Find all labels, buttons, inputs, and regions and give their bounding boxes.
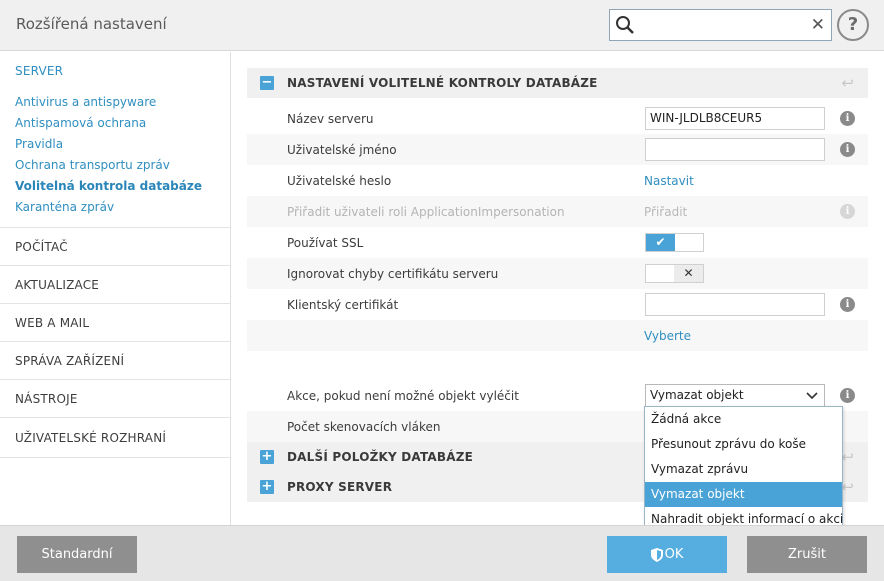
- row-use-ssl: Používat SSL ✔: [247, 227, 868, 258]
- dropdown-option[interactable]: Přesunout zprávu do koše: [645, 432, 842, 457]
- shield-icon: [650, 547, 663, 562]
- section-title: NASTAVENÍ VOLITELNÉ KONTROLY DATABÁZE: [287, 76, 598, 90]
- row-user-name: Uživatelské jméno i: [247, 134, 868, 165]
- row-ignore-cert: Ignorovat chyby certifikátu serveru ✕: [247, 258, 868, 289]
- sidebar-section-server: SERVER Antivirus a antispyware Antispamo…: [0, 52, 230, 228]
- sidebar: SERVER Antivirus a antispyware Antispamo…: [0, 52, 231, 525]
- impersonation-label: Přiřadit uživateli roli ApplicationImper…: [287, 205, 565, 219]
- sidebar-heading-update[interactable]: AKTUALIZACE: [15, 278, 99, 292]
- action-dropdown-list: Žádná akce Přesunout zprávu do koše Vyma…: [644, 406, 843, 532]
- user-name-label: Uživatelské jméno: [287, 143, 397, 157]
- assign-role-link[interactable]: Přiřadit: [644, 205, 687, 219]
- expand-icon[interactable]: +: [260, 450, 274, 464]
- section-title: PROXY SERVER: [287, 480, 393, 494]
- user-name-field[interactable]: [645, 138, 825, 161]
- row-spacer: [247, 351, 868, 382]
- sidebar-section-device-control[interactable]: SPRÁVA ZAŘÍZENÍ: [0, 342, 230, 380]
- revert-icon[interactable]: ↩: [841, 478, 854, 496]
- sidebar-item-quarantine[interactable]: Karanténa zpráv: [15, 200, 114, 214]
- action-select[interactable]: Vymazat objekt: [645, 384, 825, 407]
- revert-icon[interactable]: ↩: [841, 448, 854, 466]
- ignore-cert-label: Ignorovat chyby certifikátu serveru: [287, 267, 499, 281]
- row-user-password: Uživatelské heslo Nastavit: [247, 165, 868, 196]
- dropdown-option[interactable]: Vymazat zprávu: [645, 457, 842, 482]
- client-cert-label: Klientský certifikát: [287, 298, 399, 312]
- threads-label: Počet skenovacích vláken: [287, 420, 441, 434]
- use-ssl-label: Používat SSL: [287, 236, 364, 250]
- title-bar: Rozšířená nastavení ✕ ?: [0, 0, 884, 51]
- ok-button[interactable]: OK: [607, 536, 727, 573]
- sidebar-heading-device-control[interactable]: SPRÁVA ZAŘÍZENÍ: [15, 354, 124, 368]
- action-label: Akce, pokud není možné objekt vyléčit: [287, 389, 519, 403]
- dropdown-option-selected[interactable]: Vymazat objekt: [645, 482, 842, 507]
- search-input[interactable]: ✕: [609, 9, 832, 41]
- sidebar-heading-web-mail[interactable]: WEB A MAIL: [15, 316, 89, 330]
- sidebar-section-update[interactable]: AKTUALIZACE: [0, 266, 230, 304]
- footer: Standardní OK Zrušit: [0, 525, 884, 581]
- client-cert-field[interactable]: [645, 293, 825, 316]
- search-icon: [616, 16, 634, 34]
- sidebar-heading-tools[interactable]: NÁSTROJE: [15, 392, 78, 406]
- sidebar-heading-server[interactable]: SERVER: [15, 64, 63, 78]
- help-button[interactable]: ?: [837, 9, 869, 41]
- sidebar-section-web-mail[interactable]: WEB A MAIL: [0, 304, 230, 342]
- cross-icon: ✕: [674, 265, 703, 282]
- action-select-value: Vymazat objekt: [650, 388, 744, 402]
- section-title: DALŠÍ POLOŽKY DATABÁZE: [287, 450, 474, 464]
- row-server-name: Název serveru WIN-JLDLB8CEUR5 i: [247, 103, 868, 134]
- sidebar-heading-ui[interactable]: UŽIVATELSKÉ ROZHRANÍ: [15, 431, 166, 445]
- info-icon[interactable]: i: [840, 388, 855, 403]
- row-client-cert-select: Vyberte: [247, 320, 868, 351]
- checkmark-icon: ✔: [646, 234, 675, 251]
- sidebar-item-database-scan[interactable]: Volitelná kontrola databáze: [15, 179, 202, 193]
- ok-label: OK: [664, 547, 684, 562]
- sidebar-item-antispam[interactable]: Antispamová ochrana: [15, 116, 146, 130]
- sidebar-heading-computer[interactable]: POČÍTAČ: [15, 240, 68, 254]
- info-icon[interactable]: i: [840, 142, 855, 157]
- sidebar-item-transport-protection[interactable]: Ochrana transportu zpráv: [15, 158, 170, 172]
- set-password-link[interactable]: Nastavit: [644, 174, 694, 188]
- sidebar-section-ui[interactable]: UŽIVATELSKÉ ROZHRANÍ: [0, 418, 230, 458]
- clear-search-icon[interactable]: ✕: [811, 14, 825, 36]
- use-ssl-toggle[interactable]: ✔: [645, 233, 704, 252]
- sidebar-section-computer[interactable]: POČÍTAČ: [0, 228, 230, 266]
- cancel-button[interactable]: Zrušit: [747, 536, 867, 573]
- dropdown-option[interactable]: Žádná akce: [645, 407, 842, 432]
- revert-icon[interactable]: ↩: [841, 74, 854, 92]
- info-icon[interactable]: i: [840, 111, 855, 126]
- default-button[interactable]: Standardní: [17, 536, 137, 573]
- window-title: Rozšířená nastavení: [16, 15, 167, 33]
- server-name-label: Název serveru: [287, 112, 374, 126]
- row-client-cert: Klientský certifikát i: [247, 289, 868, 320]
- collapse-icon[interactable]: −: [260, 76, 274, 90]
- section-header-database-scan[interactable]: − NASTAVENÍ VOLITELNÉ KONTROLY DATABÁZE …: [247, 68, 868, 98]
- expand-icon[interactable]: +: [260, 480, 274, 494]
- info-icon[interactable]: i: [840, 204, 855, 219]
- chevron-down-icon: [806, 387, 818, 406]
- server-name-field[interactable]: WIN-JLDLB8CEUR5: [645, 107, 825, 130]
- ignore-cert-toggle[interactable]: ✕: [645, 264, 704, 283]
- user-password-label: Uživatelské heslo: [287, 174, 392, 188]
- info-icon[interactable]: i: [840, 297, 855, 312]
- sidebar-item-antivirus[interactable]: Antivirus a antispyware: [15, 95, 156, 109]
- row-impersonation: Přiřadit uživateli roli ApplicationImper…: [247, 196, 868, 227]
- select-cert-link[interactable]: Vyberte: [644, 329, 691, 343]
- sidebar-section-tools[interactable]: NÁSTROJE: [0, 380, 230, 418]
- sidebar-item-rules[interactable]: Pravidla: [15, 137, 63, 151]
